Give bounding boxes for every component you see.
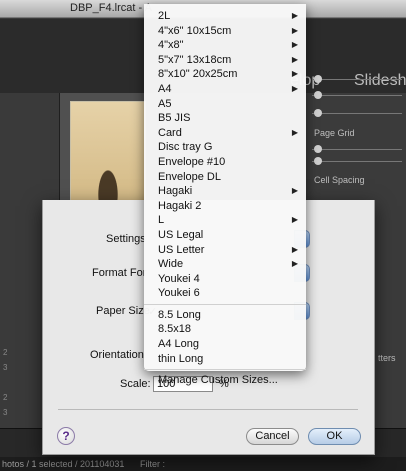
menu-item-paper-size[interactable]: B5 JIS — [144, 111, 306, 126]
menu-item-label: 2L — [158, 10, 171, 22]
menu-item-paper-size[interactable]: 8.5 Long — [144, 308, 306, 323]
help-button[interactable]: ? — [57, 427, 75, 445]
menu-item-paper-size[interactable]: 2L ▶ — [144, 9, 306, 24]
submenu-arrow-icon: ▶ — [291, 83, 298, 93]
submenu-arrow-icon: ▶ — [291, 127, 298, 137]
panel-text-fragment: tters — [378, 353, 396, 363]
menu-item-label: Hagaki — [158, 185, 193, 198]
selection-status: hotos / 1 selected / 201104031 — [2, 459, 125, 469]
slider-track — [312, 161, 402, 162]
menu-item-paper-size[interactable]: 4"x6" 10x15cm ▶ — [144, 24, 306, 39]
slider-knob[interactable] — [314, 157, 322, 165]
menu-item-paper-size[interactable]: 8"x10" 20x25cm ▶ — [144, 67, 306, 82]
submenu-arrow-icon: ▶ — [291, 186, 298, 196]
paper-size-standard-group: 2L ▶ 4"x6" 10x15cm ▶ 4"x8" ▶ 5"x7" 13x18cm ▶ 8"x… — [144, 9, 306, 301]
cancel-button[interactable]: Cancel — [246, 428, 299, 445]
slider-track — [312, 79, 402, 80]
submenu-arrow-icon: ▶ — [291, 215, 298, 225]
menu-item-label: 4"x6" 10x15cm — [158, 24, 232, 37]
menu-item-paper-size[interactable]: A5 — [144, 97, 306, 112]
ok-button[interactable]: OK — [308, 428, 361, 445]
menu-separator — [144, 303, 306, 305]
submenu-arrow-icon: ▶ — [291, 69, 298, 79]
menu-item-label: A5 — [158, 97, 172, 110]
slider-track — [312, 149, 402, 150]
menu-item-paper-size[interactable]: Wide ▶ — [144, 257, 306, 272]
menu-item-paper-size[interactable]: Youkei 6 — [144, 286, 306, 301]
slider-knob[interactable] — [314, 91, 322, 99]
module-slideshow[interactable]: Slidesh — [354, 72, 406, 90]
paper-size-menu: 2L ▶ 4"x6" 10x15cm ▶ 4"x8" ▶ 5"x7" 13x18cm ▶ 8"x… — [144, 4, 306, 386]
slider-track — [312, 113, 402, 114]
menu-item-paper-size[interactable]: Disc tray G — [144, 140, 306, 155]
menu-item-label: Envelope DL — [158, 170, 221, 183]
menu-item-label: 8.5x18 — [158, 323, 192, 336]
menu-item-label: Envelope #10 — [158, 155, 226, 168]
menu-item-label: Disc tray G — [158, 141, 213, 154]
menu-item-paper-size[interactable]: Envelope DL — [144, 170, 306, 185]
menu-item-paper-size[interactable]: A4 Long — [144, 337, 306, 352]
left-number: 2 — [3, 348, 8, 357]
slider-knob[interactable] — [314, 109, 322, 117]
filter-label: Filter : — [140, 459, 166, 469]
menu-item-label: US Legal — [158, 228, 204, 241]
menu-item-paper-size[interactable]: Hagaki ▶ — [144, 184, 306, 199]
submenu-arrow-icon: ▶ — [291, 25, 298, 35]
menu-item-paper-size[interactable]: Youkei 4 — [144, 272, 306, 287]
page-grid-label: Page Grid — [314, 128, 355, 138]
menu-item-paper-size[interactable]: thin Long — [144, 352, 306, 367]
menu-item-paper-size[interactable]: US Letter ▶ — [144, 243, 306, 258]
menu-separator — [144, 369, 306, 371]
menu-item-paper-size[interactable]: US Legal — [144, 228, 306, 243]
settings-label: Settings — [106, 233, 146, 245]
menu-item-label: Card — [158, 126, 182, 139]
photo-preview — [70, 101, 146, 206]
menu-item-label: 5"x7" 13x18cm — [158, 53, 232, 66]
menu-item-label: Wide — [158, 258, 184, 271]
menu-item-label: 4"x8" — [158, 39, 184, 52]
menu-item-label: 8.5 Long — [158, 308, 201, 321]
menu-item-label: B5 JIS — [158, 112, 191, 125]
paper-size-label: Paper Size — [96, 305, 150, 317]
submenu-arrow-icon: ▶ — [291, 40, 298, 50]
menu-item-paper-size[interactable]: 8.5x18 — [144, 322, 306, 337]
menu-item-label: US Letter — [158, 243, 205, 256]
slider-knob[interactable] — [314, 75, 322, 83]
left-number: 3 — [3, 408, 8, 417]
slider-knob[interactable] — [314, 145, 322, 153]
slider-track — [312, 95, 402, 96]
left-number: 2 — [3, 393, 8, 402]
cell-spacing-label: Cell Spacing — [314, 175, 365, 185]
menu-item-label: L — [158, 214, 165, 227]
menu-item-paper-size[interactable]: Hagaki 2 — [144, 199, 306, 214]
submenu-arrow-icon: ▶ — [291, 259, 298, 269]
menu-item-label: Youkei 4 — [158, 272, 200, 285]
menu-item-paper-size[interactable]: L ▶ — [144, 213, 306, 228]
menu-item-label: Youkei 6 — [158, 287, 200, 300]
menu-item-paper-size[interactable]: Envelope #10 — [144, 155, 306, 170]
menu-item-paper-size[interactable]: 4"x8" ▶ — [144, 38, 306, 53]
submenu-arrow-icon: ▶ — [291, 11, 298, 20]
window-title: DBP_F4.lrcat - A — [70, 2, 152, 14]
menu-item-paper-size[interactable]: Card ▶ — [144, 126, 306, 141]
left-number: 3 — [3, 363, 8, 372]
menu-item-label: A4 Long — [158, 338, 199, 351]
menu-item-paper-size[interactable]: 5"x7" 13x18cm ▶ — [144, 53, 306, 68]
menu-item-label: thin Long — [158, 352, 204, 365]
status-bar: hotos / 1 selected / 201104031 Filter : — [0, 457, 406, 471]
menu-item-label: 8"x10" 20x25cm — [158, 68, 238, 81]
menu-item-manage-custom-sizes[interactable]: Manage Custom Sizes... — [144, 373, 306, 388]
menu-item-label: A4 — [158, 82, 172, 95]
paper-size-custom-group: 8.5 Long 8.5x18 A4 Long thin Long — [144, 308, 306, 366]
menu-item-label: Hagaki 2 — [158, 199, 202, 212]
submenu-arrow-icon: ▶ — [291, 244, 298, 254]
dialog-separator — [58, 409, 358, 410]
menu-item-paper-size[interactable]: A4 ▶ — [144, 82, 306, 97]
format-for-label: Format For — [92, 267, 147, 279]
orientation-label: Orientation — [90, 349, 144, 361]
submenu-arrow-icon: ▶ — [291, 54, 298, 64]
